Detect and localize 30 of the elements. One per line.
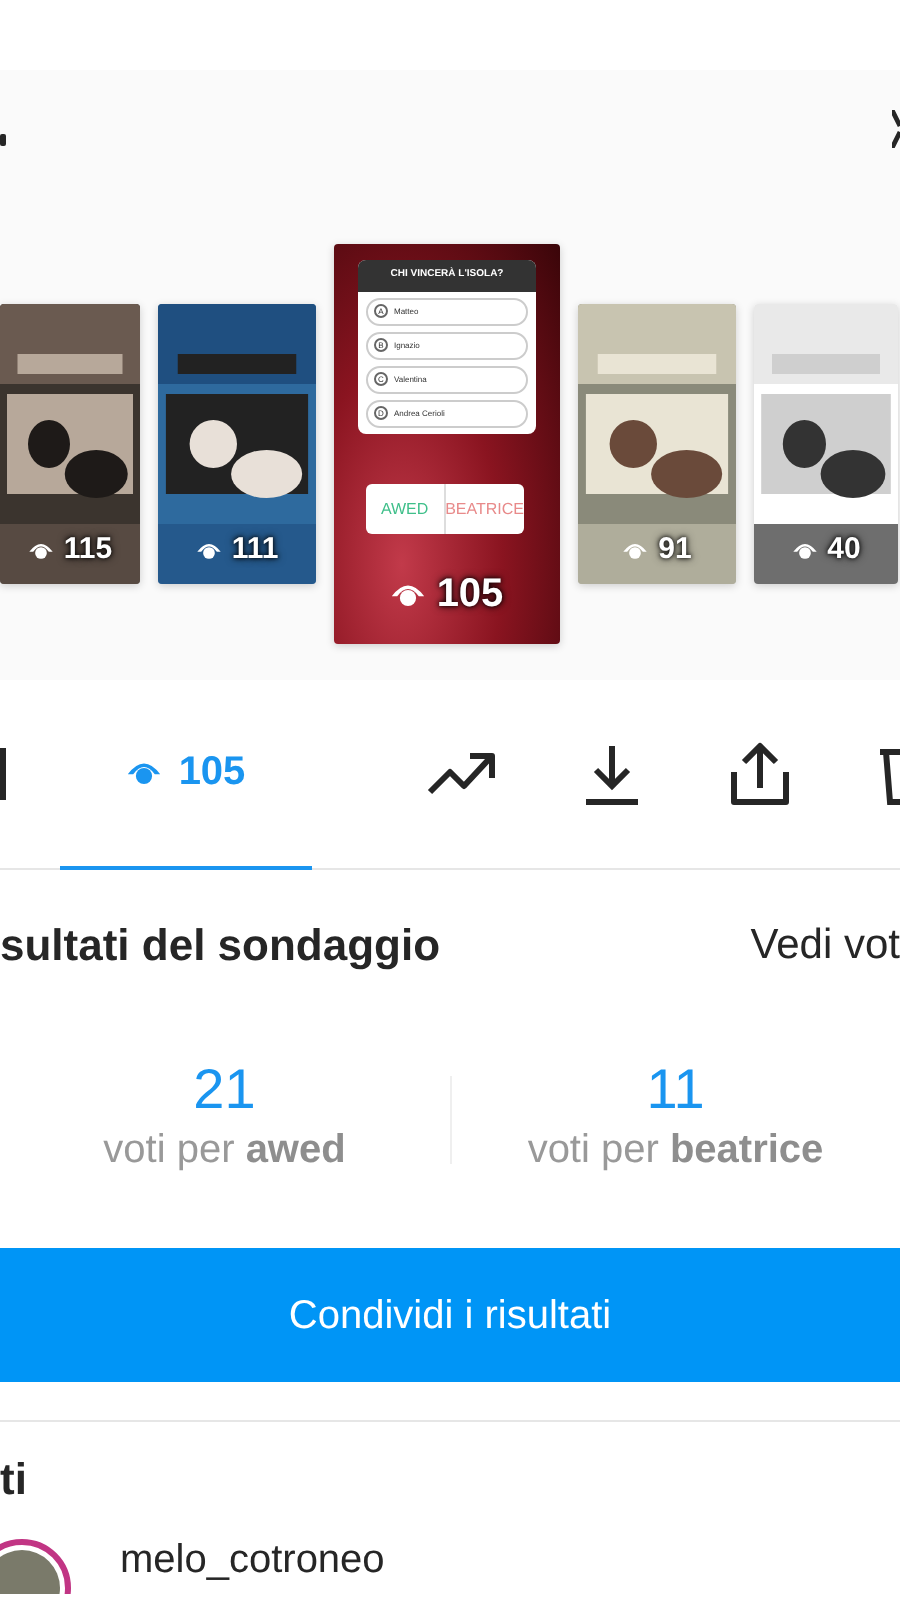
story-thumbnail[interactable]: 40 — [754, 304, 898, 584]
bar-icon[interactable] — [0, 748, 10, 800]
close-icon[interactable] — [892, 110, 900, 148]
eye-icon — [390, 580, 427, 608]
avatar[interactable] — [0, 1538, 72, 1594]
poll-answer: AWED — [378, 497, 431, 521]
story-thumbnail[interactable]: 111 — [158, 304, 316, 584]
eye-icon — [195, 539, 222, 560]
eye-icon — [126, 758, 163, 786]
vote-caption: voti per beatrice — [525, 1126, 826, 1177]
eye-icon — [27, 539, 54, 560]
eye-icon — [791, 539, 818, 560]
download-icon[interactable] — [582, 742, 642, 806]
view-voters-link[interactable]: Vedi vot — [750, 913, 900, 977]
section-title: ti — [0, 1451, 29, 1507]
vote-count: 21 — [191, 1059, 258, 1121]
share-icon[interactable] — [728, 740, 792, 808]
view-count: 105 — [436, 570, 504, 620]
view-count: 115 — [63, 529, 113, 569]
section-title: sultati del sondaggio — [0, 918, 441, 974]
poll-answer: BEATRICE — [443, 484, 524, 534]
view-count: 111 — [231, 529, 279, 569]
eye-icon — [622, 539, 649, 560]
view-count: 91 — [658, 529, 692, 569]
vote-count: 11 — [644, 1059, 707, 1121]
story-thumbnail[interactable]: 115 — [0, 304, 140, 584]
trend-icon[interactable] — [426, 748, 498, 800]
username[interactable]: melo_cotroneo — [120, 1538, 385, 1582]
vote-caption: voti per awed — [101, 1126, 348, 1177]
view-count: 40 — [827, 529, 861, 569]
